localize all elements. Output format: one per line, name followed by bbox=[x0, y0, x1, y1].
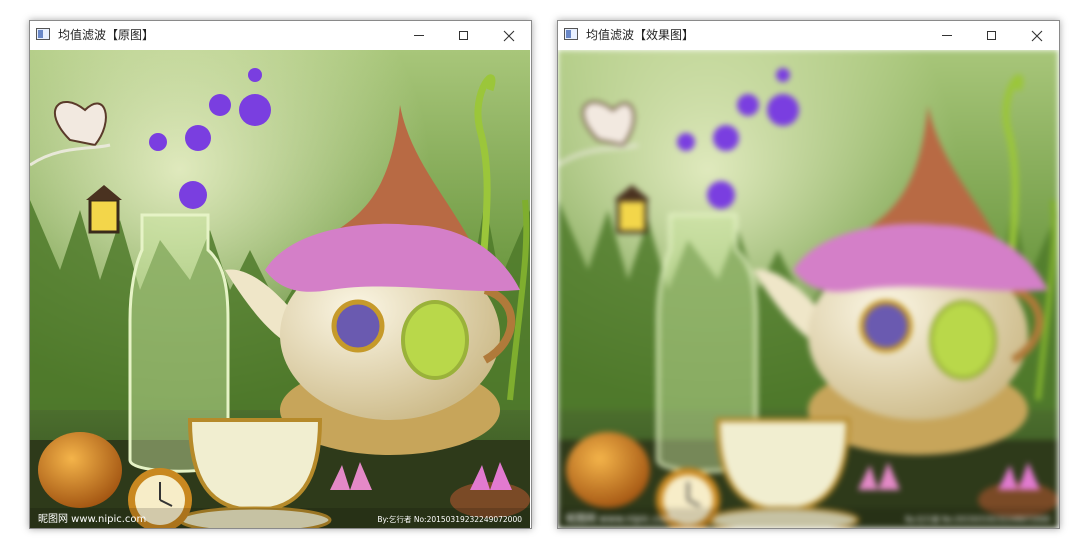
watermark-right: By:乞行者 No:20150319232249072000 bbox=[377, 514, 522, 524]
original-image-window: 均值滤波【原图】 昵图网 www.nipic.com By:乞行者 No:201… bbox=[29, 20, 532, 529]
window-title: 均值滤波【原图】 bbox=[58, 28, 155, 42]
watermark-right: By:乞行者 No:20150319232249072000 bbox=[905, 514, 1050, 524]
window-controls bbox=[924, 21, 1059, 50]
close-button[interactable] bbox=[1014, 21, 1059, 50]
minimize-button[interactable] bbox=[396, 21, 441, 50]
blurred-fairy-teapot-image: 昵图网 www.nipic.com By:乞行者 No:201503192322… bbox=[558, 50, 1058, 528]
title-bar[interactable]: 均值滤波【效果图】 bbox=[558, 21, 1059, 50]
filtered-image-window: 均值滤波【效果图】 昵图网 www.nipic.com By:乞行者 No:20… bbox=[557, 20, 1060, 529]
maximize-button[interactable] bbox=[441, 21, 486, 50]
window-app-icon bbox=[564, 28, 578, 40]
watermark-left: 昵图网 www.nipic.com bbox=[566, 513, 674, 525]
window-controls bbox=[396, 21, 531, 50]
title-bar[interactable]: 均值滤波【原图】 bbox=[30, 21, 531, 50]
window-app-icon bbox=[36, 28, 50, 40]
image-viewport: 昵图网 www.nipic.com By:乞行者 No:201503192322… bbox=[558, 50, 1059, 528]
image-viewport: 昵图网 www.nipic.com By:乞行者 No:201503192322… bbox=[30, 50, 531, 528]
window-title: 均值滤波【效果图】 bbox=[586, 28, 695, 42]
close-icon bbox=[503, 30, 514, 41]
fairy-teapot-image: 昵图网 www.nipic.com By:乞行者 No:201503192322… bbox=[30, 50, 530, 528]
watermark-left: 昵图网 www.nipic.com bbox=[38, 513, 146, 525]
minimize-button[interactable] bbox=[924, 21, 969, 50]
close-icon bbox=[1031, 30, 1042, 41]
maximize-button[interactable] bbox=[969, 21, 1014, 50]
close-button[interactable] bbox=[486, 21, 531, 50]
